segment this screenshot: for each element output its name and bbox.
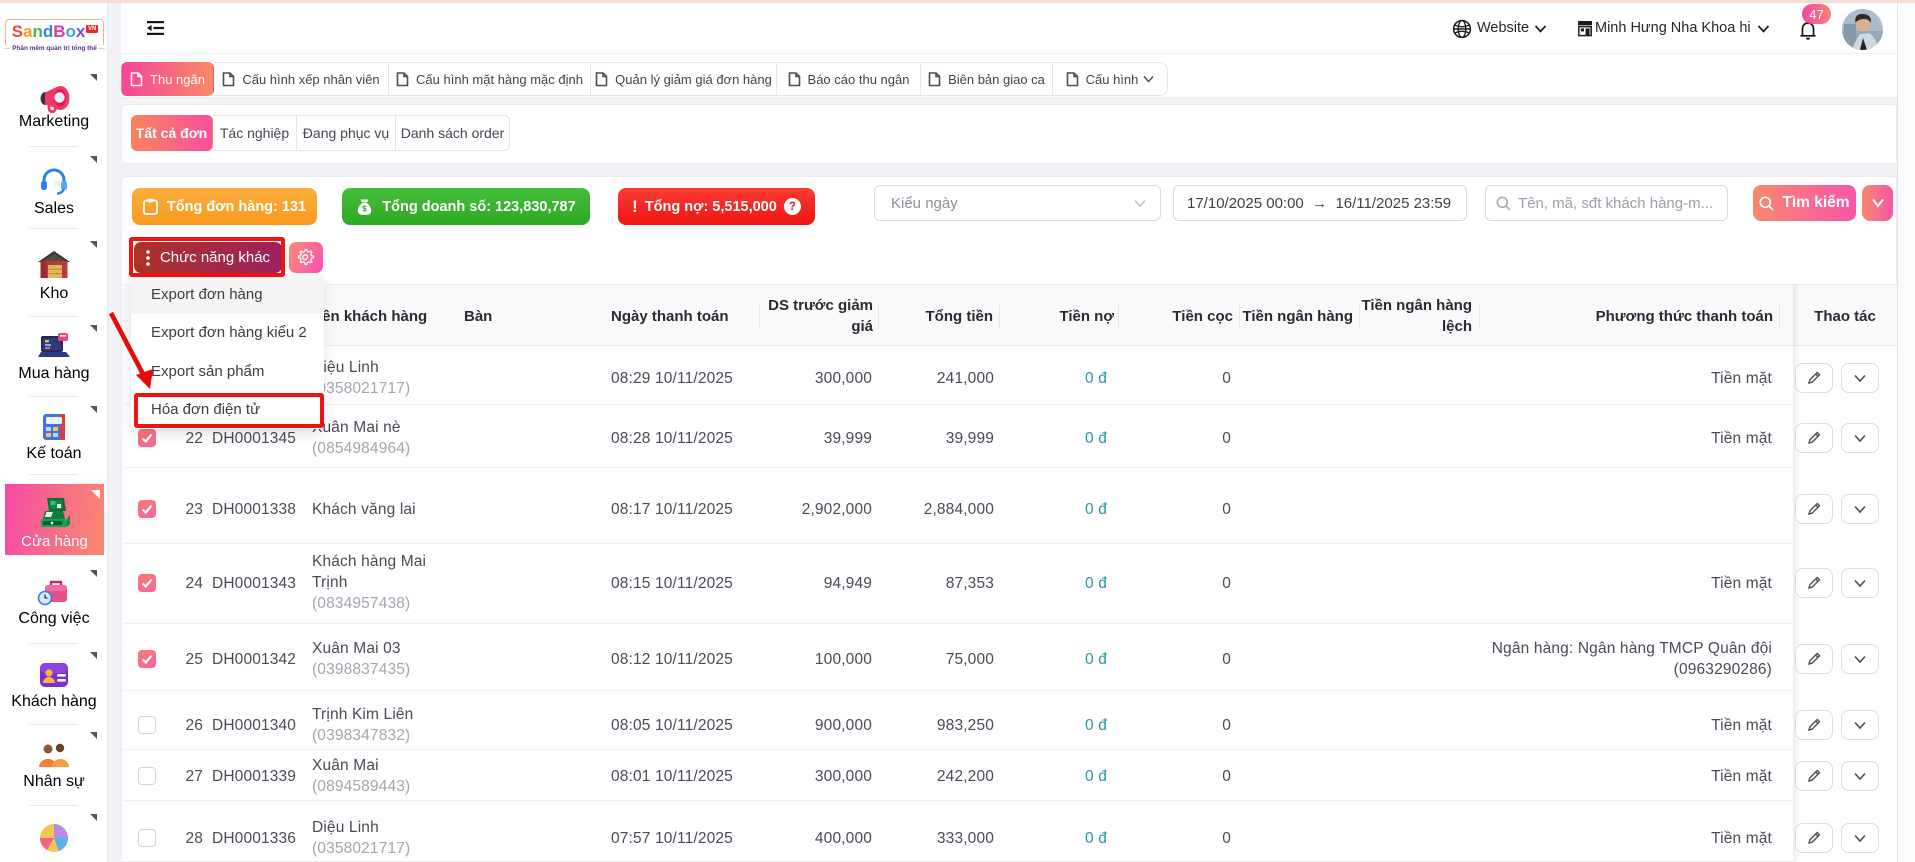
- svg-text:$: $: [363, 204, 368, 213]
